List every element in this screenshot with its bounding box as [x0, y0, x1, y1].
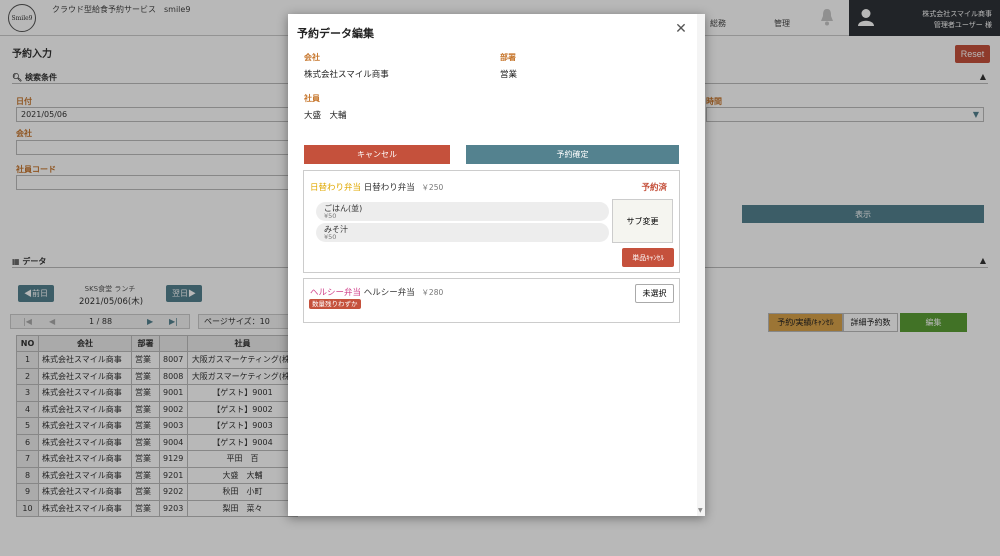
cancel-button[interactable]: キャンセル: [304, 145, 450, 164]
menu-category: ヘルシー弁当: [310, 288, 362, 298]
menu-name: ヘルシー弁当: [363, 288, 415, 298]
menu-title: ヘルシー弁当 ヘルシー弁当 ￥280: [310, 286, 443, 298]
modal-company-value: 株式会社スマイル商事: [304, 70, 389, 80]
status-badge: 予約済: [641, 183, 667, 193]
sub-item-price: ¥50: [324, 233, 337, 241]
menu-name: 日替わり弁当: [363, 183, 415, 193]
sub-item: みそ汁 ¥50: [316, 223, 609, 242]
menu-card-daily: 日替わり弁当 日替わり弁当 ￥250 予約済 ごはん(並) ¥50 みそ汁 ¥5…: [303, 170, 680, 273]
select-menu-button[interactable]: 未選択: [635, 284, 674, 303]
modal-employee-value: 大盛 大輔: [304, 111, 347, 121]
close-icon[interactable]: ✕: [674, 21, 688, 37]
menu-price: ￥250: [421, 183, 444, 192]
sub-item-price: ¥50: [324, 212, 337, 220]
menu-card-healthy: ヘルシー弁当 ヘルシー弁当 ￥280 数量残りわずか 未選択: [303, 278, 680, 323]
sub-change-button[interactable]: サブ変更: [612, 199, 673, 243]
confirm-reservation-button[interactable]: 予約確定: [466, 145, 679, 164]
reservation-edit-modal: 予約データ編集 ✕ 会社 株式会社スマイル商事 部署 営業 社員 大盛 大輔 キ…: [288, 14, 705, 516]
modal-dept-value: 営業: [500, 70, 518, 80]
scroll-down-icon[interactable]: ▼: [698, 507, 703, 514]
menu-category: 日替わり弁当: [310, 183, 362, 193]
modal-employee-label: 社員: [304, 94, 320, 103]
sub-item: ごはん(並) ¥50: [316, 202, 609, 221]
stock-low-badge: 数量残りわずか: [309, 299, 361, 309]
modal-dept-label: 部署: [500, 53, 516, 62]
menu-title: 日替わり弁当 日替わり弁当 ￥250: [310, 181, 443, 193]
modal-title: 予約データ編集: [297, 27, 374, 40]
modal-scrollbar[interactable]: ▼: [697, 14, 705, 516]
menu-price: ￥280: [421, 288, 444, 297]
single-item-cancel-button[interactable]: 単品ｷｬﾝｾﾙ: [622, 248, 674, 267]
modal-company-label: 会社: [304, 53, 320, 62]
